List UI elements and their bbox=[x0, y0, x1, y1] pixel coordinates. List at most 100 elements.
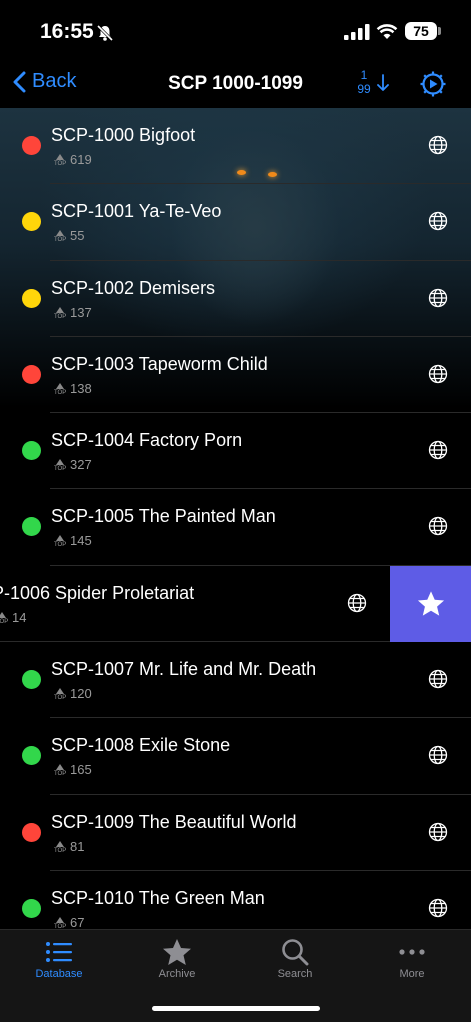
top-arrow-icon: TOP bbox=[0, 611, 9, 625]
rating: TOP 327 bbox=[54, 457, 92, 472]
rating: TOP 55 bbox=[54, 228, 84, 243]
list-item[interactable]: SCP-1003 Tapeworm Child TOP 138 bbox=[0, 337, 471, 414]
top-label: TOP bbox=[54, 237, 67, 244]
top-arrow-icon: TOP bbox=[54, 764, 66, 777]
rating: TOP 81 bbox=[54, 839, 84, 854]
sort-range-start: 1 bbox=[360, 68, 368, 82]
list-icon bbox=[46, 942, 72, 962]
list-item[interactable]: SCP-1008 Exile Stone TOP 165 bbox=[0, 718, 471, 795]
object-class-dot bbox=[22, 822, 41, 842]
tab-search[interactable]: Search bbox=[236, 936, 354, 980]
rating-value: 14 bbox=[12, 609, 27, 625]
top-label: TOP bbox=[54, 466, 67, 473]
top-arrow-icon: TOP bbox=[54, 840, 67, 854]
sort-range-button[interactable]: 1 99 bbox=[352, 68, 376, 96]
scp-title: SCP-1002 Demisers bbox=[51, 277, 216, 298]
top-label: TOP bbox=[54, 847, 67, 854]
rating-value: 120 bbox=[70, 686, 92, 702]
scp-title: SCP-1009 The Beautiful World bbox=[51, 811, 297, 832]
sort-range-end: 99 bbox=[357, 82, 371, 96]
list-item[interactable]: SCP-1000 Bigfoot TOP 619 bbox=[0, 108, 471, 185]
top-arrow-icon: TOP bbox=[54, 459, 66, 472]
tab-label: Search bbox=[277, 968, 313, 980]
object-class-dot bbox=[22, 441, 41, 461]
rating-value: 145 bbox=[70, 533, 92, 549]
scp-title: SCP-1003 Tapeworm Child bbox=[51, 353, 268, 374]
star-icon bbox=[417, 591, 444, 616]
status-time: 16:55 bbox=[40, 20, 94, 43]
battery-cap bbox=[438, 27, 441, 35]
silent-bell-icon bbox=[96, 24, 114, 42]
top-arrow-icon: TOP bbox=[54, 154, 66, 167]
top-label: TOP bbox=[54, 313, 67, 320]
globe-icon[interactable] bbox=[428, 822, 448, 842]
list-item[interactable]: SCP-1001 Ya-Te-Veo TOP 55 bbox=[0, 184, 471, 261]
globe-icon[interactable] bbox=[428, 135, 448, 155]
list-item[interactable]: SCP-1004 Factory Porn TOP 327 bbox=[0, 413, 471, 490]
scp-title: SCP-1001 Ya-Te-Veo bbox=[51, 201, 222, 222]
globe-icon[interactable] bbox=[428, 516, 448, 536]
rating-value: 67 bbox=[70, 914, 85, 930]
scp-title: P-1006 Spider Proletariat bbox=[0, 582, 195, 603]
list-item[interactable]: SCP-1007 Mr. Life and Mr. Death TOP 120 bbox=[0, 642, 471, 719]
top-label: TOP bbox=[54, 695, 67, 702]
tab-label: Database bbox=[35, 968, 83, 980]
tab-label: More bbox=[399, 968, 425, 980]
top-label: TOP bbox=[54, 161, 67, 167]
rating-value: 81 bbox=[70, 838, 85, 854]
rating: TOP 165 bbox=[54, 762, 92, 777]
top-label: TOP bbox=[54, 542, 67, 549]
top-arrow-icon: TOP bbox=[54, 688, 66, 701]
scp-title: SCP-1007 Mr. Life and Mr. Death bbox=[51, 659, 317, 680]
settings-gear-icon[interactable] bbox=[418, 69, 448, 99]
status-bar: 16:55 75 bbox=[0, 0, 471, 60]
top-arrow-icon: TOP bbox=[54, 535, 66, 548]
list-item[interactable]: P-1006 Spider Proletariat TOP 14 bbox=[0, 565, 471, 643]
object-class-dot bbox=[22, 517, 41, 537]
tab-database[interactable]: Database bbox=[0, 936, 118, 980]
globe-icon[interactable] bbox=[428, 745, 448, 765]
globe-icon[interactable] bbox=[428, 898, 448, 918]
object-class-dot bbox=[22, 898, 41, 918]
object-class-dot bbox=[22, 746, 41, 766]
globe-icon[interactable] bbox=[428, 364, 448, 384]
add-favorite-button[interactable] bbox=[390, 565, 471, 642]
top-arrow-icon: TOP bbox=[54, 230, 66, 243]
rating: TOP 14 bbox=[0, 610, 26, 625]
object-class-dot bbox=[22, 364, 41, 384]
rating-value: 137 bbox=[70, 304, 92, 320]
top-label: TOP bbox=[54, 771, 67, 778]
sort-direction-arrow-icon[interactable] bbox=[376, 73, 390, 93]
list-item[interactable]: SCP-1009 The Beautiful World TOP 81 bbox=[0, 795, 471, 871]
list-item[interactable]: SCP-1002 Demisers TOP 137 bbox=[0, 261, 471, 337]
globe-icon[interactable] bbox=[428, 669, 448, 689]
tab-archive[interactable]: Archive bbox=[118, 936, 236, 980]
scp-title: SCP-1010 The Green Man bbox=[51, 887, 265, 908]
globe-icon[interactable] bbox=[347, 593, 367, 613]
rating: TOP 137 bbox=[54, 305, 92, 320]
top-label: TOP bbox=[0, 618, 9, 625]
star-icon bbox=[163, 939, 191, 965]
tab-label: Archive bbox=[158, 968, 196, 980]
search-icon bbox=[282, 939, 309, 966]
rating: TOP 67 bbox=[54, 915, 84, 930]
rating: TOP 138 bbox=[54, 381, 92, 396]
home-indicator bbox=[152, 1006, 320, 1011]
page-title: SCP 1000-1099 bbox=[168, 73, 303, 94]
list-item[interactable]: SCP-1005 The Painted Man TOP 145 bbox=[0, 489, 471, 566]
tab-more[interactable]: More bbox=[353, 936, 471, 980]
navigation-bar: Back SCP 1000-1099 1 99 bbox=[0, 60, 471, 108]
rating-value: 327 bbox=[70, 457, 92, 473]
scp-title: SCP-1005 The Painted Man bbox=[51, 506, 276, 527]
object-class-dot bbox=[22, 288, 41, 308]
globe-icon[interactable] bbox=[428, 211, 448, 231]
battery-indicator: 75 bbox=[405, 22, 437, 40]
top-arrow-icon: TOP bbox=[54, 306, 67, 320]
globe-icon[interactable] bbox=[428, 440, 448, 460]
rating-value: 619 bbox=[70, 152, 92, 167]
scp-title: SCP-1004 Factory Porn bbox=[51, 430, 243, 451]
globe-icon[interactable] bbox=[428, 288, 448, 308]
object-class-dot bbox=[22, 212, 41, 232]
scp-title: SCP-1008 Exile Stone bbox=[51, 735, 231, 756]
rating-value: 165 bbox=[70, 762, 92, 778]
